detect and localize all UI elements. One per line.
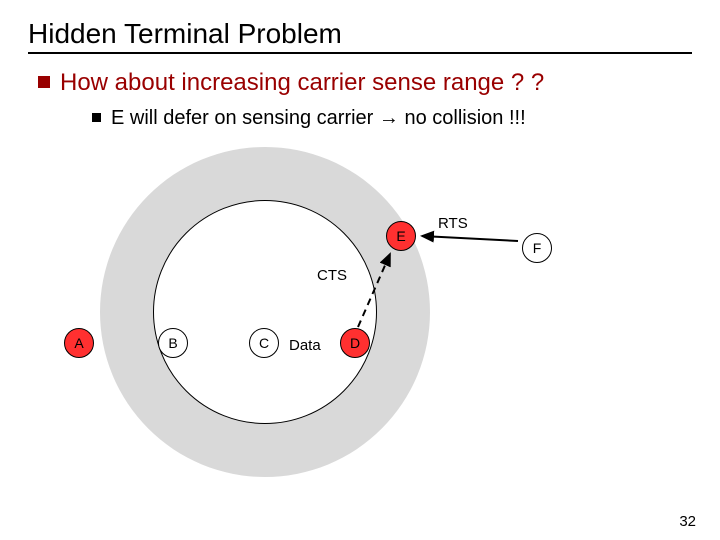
node-A: A	[64, 328, 94, 358]
page-title: Hidden Terminal Problem	[28, 18, 692, 50]
label-RTS: RTS	[438, 215, 468, 232]
node-C-label: C	[259, 335, 269, 351]
bullet2-post: no collision !!!	[399, 107, 526, 129]
carrier-sense-outer-ring	[100, 147, 430, 477]
bullet-level1-text: How about increasing carrier sense range…	[60, 68, 544, 98]
label-Data: Data	[289, 337, 321, 354]
bullet-square-icon	[92, 113, 101, 122]
node-B: B	[158, 328, 188, 358]
node-F: F	[522, 233, 552, 263]
bullet-level2-text: E will defer on sensing carrier → no col…	[111, 106, 526, 131]
carrier-sense-inner-circle	[153, 200, 377, 424]
node-E-label: E	[396, 228, 405, 244]
label-CTS: CTS	[317, 267, 347, 284]
bullet-square-icon	[38, 76, 50, 88]
bullet2-pre: E will defer on sensing carrier	[111, 107, 379, 129]
node-D: D	[340, 328, 370, 358]
arrow-RTS	[422, 236, 518, 241]
node-C: C	[249, 328, 279, 358]
node-B-label: B	[168, 335, 177, 351]
node-D-label: D	[350, 335, 360, 351]
page-number: 32	[679, 513, 696, 530]
bullet-level1: How about increasing carrier sense range…	[38, 68, 692, 98]
node-E: E	[386, 221, 416, 251]
slide: Hidden Terminal Problem How about increa…	[0, 0, 720, 540]
diagram: A B C D E F CTS Data RTS	[28, 141, 688, 471]
title-underline	[28, 52, 692, 54]
node-F-label: F	[533, 240, 542, 256]
right-arrow-icon: →	[379, 107, 399, 129]
node-A-label: A	[74, 335, 83, 351]
bullet-level2: E will defer on sensing carrier → no col…	[92, 106, 692, 131]
